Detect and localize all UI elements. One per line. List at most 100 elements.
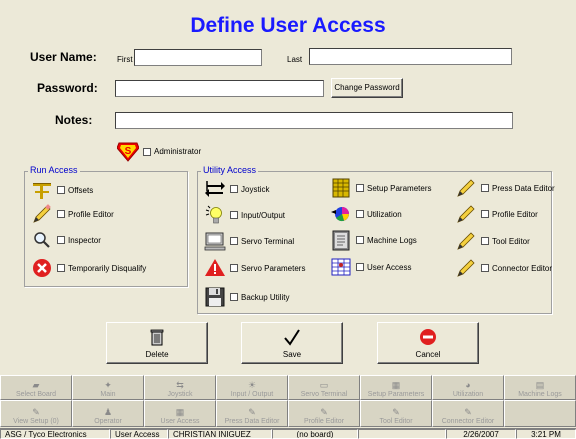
pencil-icon: ✎ [464,407,472,417]
nav-label: Machine Logs [518,391,562,398]
utility-item[interactable]: Connector Editor [454,256,552,280]
profile-editor-checkbox[interactable] [57,210,65,218]
pencil-icon: ✎ [392,407,400,417]
status-company: ASG / Tyco Electronics [0,429,110,439]
temporarily-disqualify-checkbox[interactable] [57,264,65,272]
run-access-item[interactable]: Temporarily Disqualify [30,256,146,280]
svg-text:S: S [125,146,132,157]
nav-label: Operator [94,418,122,425]
run-access-item[interactable]: Inspector [30,228,101,252]
administrator-checkbox[interactable] [143,147,151,156]
delete-label: Delete [145,350,169,359]
joystick-checkbox[interactable] [230,185,238,193]
utility-item[interactable]: Tool Editor [454,229,530,253]
inspector-checkbox[interactable] [57,236,65,244]
offsets-checkbox[interactable] [57,186,65,194]
nav-machine-logs[interactable]: ▤ Machine Logs [504,375,576,400]
pencil-icon: ✎ [320,407,328,417]
utility-item[interactable]: Servo Parameters [203,256,305,280]
nav-main[interactable]: ✦ Main [72,375,144,400]
utility-item[interactable]: Input/Output [203,203,285,227]
status-board: (no board) [272,429,358,439]
run-access-label: Offsets [68,185,94,195]
backup-utility-checkbox[interactable] [230,293,238,301]
cancel-label: Cancel [415,350,441,359]
run-access-item[interactable]: Offsets [30,178,93,202]
servo-parameters-checkbox[interactable] [230,264,238,272]
last-name-input[interactable] [309,48,512,65]
nav-label: View Setup (0) [13,418,59,425]
utilization-checkbox[interactable] [356,210,364,218]
utility-item[interactable]: User Access [329,255,411,279]
utility-label: Profile Editor [492,209,538,219]
nav-input-output[interactable]: ☀ Input / Output [216,375,288,400]
nav-utilization[interactable]: ◕ Utilization [432,375,504,400]
press-data-editor-checkbox[interactable] [481,184,489,192]
computer-icon: ▭ [319,380,329,390]
utility-item[interactable]: Setup Parameters [329,176,431,200]
utility-item[interactable]: Machine Logs [329,228,417,252]
nav-label: Main [100,391,116,398]
pie-chart-icon [329,202,353,226]
nav-label: User Access [160,418,200,425]
utility-label: Press Data Editor [492,183,555,193]
utility-label: Utilization [367,209,402,219]
utility-item[interactable]: Backup Utility [203,285,289,309]
utility-label: Connector Editor [492,263,553,273]
utility-item[interactable]: Joystick [203,177,269,201]
last-name-label: Last [287,55,303,64]
nav-label: Setup Parameters [367,391,425,398]
utility-label: Servo Parameters [241,263,306,273]
cancel-button[interactable]: Cancel [377,322,479,364]
status-date: 2/26/2007 [446,429,516,439]
nav-operator[interactable]: ♟ Operator [72,400,144,427]
tool-editor-checkbox[interactable] [481,237,489,245]
notes-input[interactable] [115,112,513,129]
nav-label: Connector Editor [441,418,495,425]
nav-setup-parameters[interactable]: ▦ Setup Parameters [360,375,432,400]
save-button[interactable]: Save [241,322,343,364]
connector-editor-checkbox[interactable] [481,264,489,272]
view-setup-icon: ✎ [32,407,40,417]
save-label: Save [282,350,302,359]
profile-editor-utility-checkbox[interactable] [481,210,489,218]
nav-user-access[interactable]: ▦ User Access [144,400,216,427]
input-output-checkbox[interactable] [230,211,238,219]
pencil-icon: ✎ [248,407,256,417]
password-input[interactable] [115,80,324,97]
first-name-label: First [117,55,133,64]
nav-joystick[interactable]: ⇆ Joystick [144,375,216,400]
warning-icon [203,256,227,280]
nav-label: Utilization [452,391,484,398]
first-name-input[interactable] [134,49,262,66]
utility-item[interactable]: Utilization [329,202,402,226]
delete-button[interactable]: Delete [106,322,208,364]
main-icon: ✦ [104,380,112,390]
nav-connector-editor[interactable]: ✎ Connector Editor [432,400,504,427]
offsets-icon [30,178,54,202]
nav-servo-terminal[interactable]: ▭ Servo Terminal [288,375,360,400]
grid-icon [329,176,353,200]
utility-item[interactable]: Profile Editor [454,202,538,226]
servo-terminal-checkbox[interactable] [230,237,238,245]
arrows-icon: ⇆ [176,380,184,390]
utility-item[interactable]: Press Data Editor [454,176,555,200]
nav-view-setup[interactable]: ✎ View Setup (0) [0,400,72,427]
lightbulb-icon [203,203,227,227]
nav-press-data-editor[interactable]: ✎ Press Data Editor [216,400,288,427]
nav-profile-editor[interactable]: ✎ Profile Editor [288,400,360,427]
setup-parameters-checkbox[interactable] [356,184,364,192]
utility-label: Tool Editor [492,236,530,246]
nav-tool-editor[interactable]: ✎ Tool Editor [360,400,432,427]
pencil-icon [454,176,478,200]
utility-item[interactable]: Servo Terminal [203,229,294,253]
run-access-item[interactable]: Profile Editor [30,202,114,226]
administrator-checkbox-row[interactable]: Administrator [140,147,201,156]
nav-select-board[interactable]: ▰ Select Board [0,375,72,400]
change-password-button[interactable]: Change Password [331,78,403,98]
machine-logs-checkbox[interactable] [356,236,364,244]
user-access-checkbox[interactable] [356,263,364,271]
pie-chart-icon: ◕ [465,380,471,390]
board-icon: ▰ [32,380,40,390]
logs-icon [329,228,353,252]
